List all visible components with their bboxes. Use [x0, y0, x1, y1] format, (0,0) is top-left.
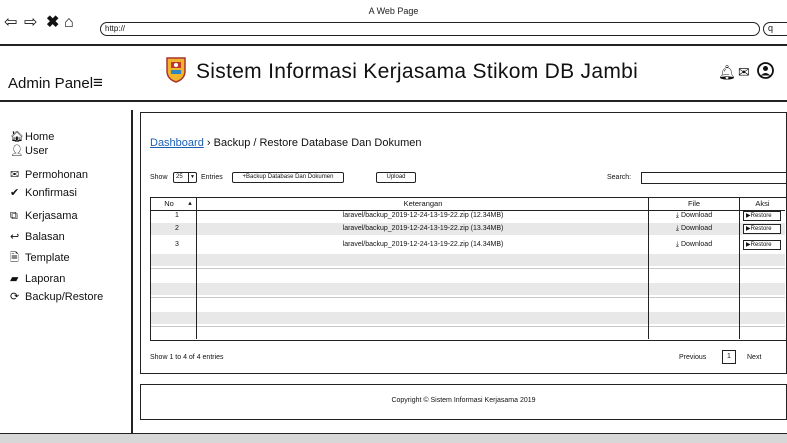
search-label: Search: — [607, 174, 632, 181]
column-divider — [648, 198, 649, 339]
table-row: 2 laravel/backup_2019-12-24-13-19-22.zip… — [151, 223, 785, 235]
cell-no: 3 — [175, 241, 179, 248]
backup-table: No ▴ Keterangan File Aksi 1 laravel/back… — [150, 197, 787, 341]
reply-icon: ↩ — [10, 231, 20, 243]
empty-row — [151, 254, 785, 266]
sidebar-item-template[interactable]: 🗎 Template — [10, 251, 70, 265]
chevron-down-icon: ▼ — [188, 173, 196, 182]
column-header-keterangan: Keterangan — [403, 199, 443, 208]
column-header-no[interactable]: No — [159, 198, 179, 210]
breadcrumb-dashboard-link[interactable]: Dashboard — [150, 137, 204, 149]
cell-keterangan: laravel/backup_2019-12-24-13-19-22.zip (… — [342, 241, 504, 248]
sidebar-item-laporan[interactable]: ▰ Laporan — [10, 272, 65, 286]
restore-label: Restore — [750, 213, 772, 219]
external-link-icon: ⧉ — [10, 210, 18, 222]
empty-row — [151, 283, 785, 295]
url-input[interactable]: http:// — [100, 22, 760, 36]
sidebar-item-label: Laporan — [25, 273, 66, 285]
restore-button[interactable]: ▶︎Restore — [743, 224, 781, 234]
sidebar-item-label: Permohonan — [25, 169, 88, 181]
home-icon[interactable]: ⌂ — [64, 14, 74, 32]
page-number-button[interactable]: 1 — [722, 350, 736, 364]
upload-button[interactable]: Upload — [376, 172, 416, 183]
backup-button[interactable]: +Backup Database Dan Dokumen — [232, 172, 344, 183]
entries-label: Entries — [201, 174, 223, 181]
sidebar-item-label: User — [25, 145, 49, 157]
download-label: Download — [680, 225, 713, 232]
table-row: 1 laravel/backup_2019-12-24-13-19-22.zip… — [151, 210, 785, 222]
cell-no: 1 — [175, 212, 179, 219]
back-icon[interactable]: ⇦ — [4, 14, 17, 32]
pagination-info: Show 1 to 4 of 4 entries — [150, 354, 224, 361]
bottom-bar — [0, 433, 787, 443]
column-divider — [196, 198, 197, 339]
sidebar-item-label: Konfirmasi — [25, 187, 77, 199]
user-icon: 👤︎ — [10, 145, 24, 157]
check-icon: ✔ — [10, 187, 20, 199]
sidebar-item-kerjasama[interactable]: ⧉ Kerjasama — [10, 209, 78, 223]
row-divider — [151, 268, 785, 269]
sort-asc-icon[interactable]: ▴ — [185, 198, 195, 210]
sidebar-item-balasan[interactable]: ↩ Balasan — [10, 230, 65, 244]
breadcrumb-separator: › — [206, 137, 211, 149]
download-label: Download — [680, 241, 713, 248]
envelope-icon[interactable]: ✉ — [738, 64, 750, 81]
cell-no: 2 — [175, 225, 179, 232]
entries-select[interactable]: 25 ▼ — [173, 172, 197, 183]
download-link[interactable]: ⤓ Download — [649, 210, 739, 222]
restore-label: Restore — [750, 242, 772, 248]
app-title: Sistem Informasi Kerjasama Stikom DB Jam… — [196, 60, 639, 83]
home-icon: 🏠︎ — [10, 131, 24, 143]
logo — [166, 57, 186, 83]
book-icon: ▰ — [10, 273, 19, 285]
menu-toggle-icon[interactable]: ≡ — [93, 73, 103, 93]
entries-value: 25 — [176, 174, 183, 180]
cell-keterangan: laravel/backup_2019-12-24-13-19-22.zip (… — [342, 212, 504, 219]
column-header-file: File — [687, 199, 701, 208]
sidebar-item-label: Home — [25, 131, 55, 143]
sidebar-item-label: Backup/Restore — [25, 291, 104, 303]
bell-icon[interactable]: 🔔︎ — [718, 64, 736, 81]
show-label: Show — [150, 174, 168, 181]
sidebar-item-permohonan[interactable]: ✉ Permohonan — [10, 168, 88, 182]
cell-keterangan: laravel/backup_2019-12-24-13-19-22.zip (… — [342, 225, 504, 232]
download-label: Download — [680, 212, 713, 219]
word-file-icon: 🗎 — [10, 252, 19, 264]
sidebar-item-label: Template — [25, 252, 70, 264]
close-icon[interactable]: ✖ — [46, 14, 59, 32]
copyright-text: Copyright © Sistem Informasi Kerjasama 2… — [391, 397, 536, 404]
row-divider — [151, 326, 785, 327]
window-title: A Web Page — [368, 6, 419, 16]
empty-row — [151, 312, 785, 324]
sidebar-item-label: Balasan — [25, 231, 65, 243]
sidebar-item-user[interactable]: 👤︎User — [10, 144, 48, 158]
table-row: 3 laravel/backup_2019-12-24-13-19-22.zip… — [151, 239, 785, 251]
forward-icon[interactable]: ⇨ — [24, 14, 37, 32]
sidebar-item-label: Kerjasama — [25, 210, 78, 222]
sidebar-item-backup-restore[interactable]: ⟳ Backup/Restore — [10, 290, 103, 304]
download-link[interactable]: ⤓ Download — [649, 239, 739, 251]
sidebar-item-home[interactable]: 🏠︎Home — [10, 130, 54, 144]
next-button[interactable]: Next — [747, 354, 761, 361]
user-circle-icon[interactable] — [757, 62, 774, 79]
sidebar-item-konfirmasi[interactable]: ✔ Konfirmasi — [10, 186, 77, 200]
column-divider — [739, 198, 740, 339]
column-header-aksi: Aksi — [755, 199, 770, 208]
breadcrumb-current: Backup / Restore Database Dan Dokumen — [213, 137, 422, 149]
download-link[interactable]: ⤓ Download — [649, 223, 739, 235]
browser-search-input[interactable]: q — [763, 22, 787, 36]
restore-button[interactable]: ▶︎Restore — [743, 240, 781, 250]
refresh-icon: ⟳ — [10, 291, 20, 303]
admin-panel-title: Admin Panel — [8, 75, 94, 92]
search-input[interactable] — [641, 172, 787, 184]
restore-label: Restore — [750, 226, 772, 232]
envelope-icon: ✉ — [10, 169, 20, 181]
row-divider — [151, 297, 785, 298]
previous-button[interactable]: Previous — [679, 354, 706, 361]
breadcrumb: Dashboard › Backup / Restore Database Da… — [150, 137, 422, 149]
restore-button[interactable]: ▶︎Restore — [743, 211, 781, 221]
